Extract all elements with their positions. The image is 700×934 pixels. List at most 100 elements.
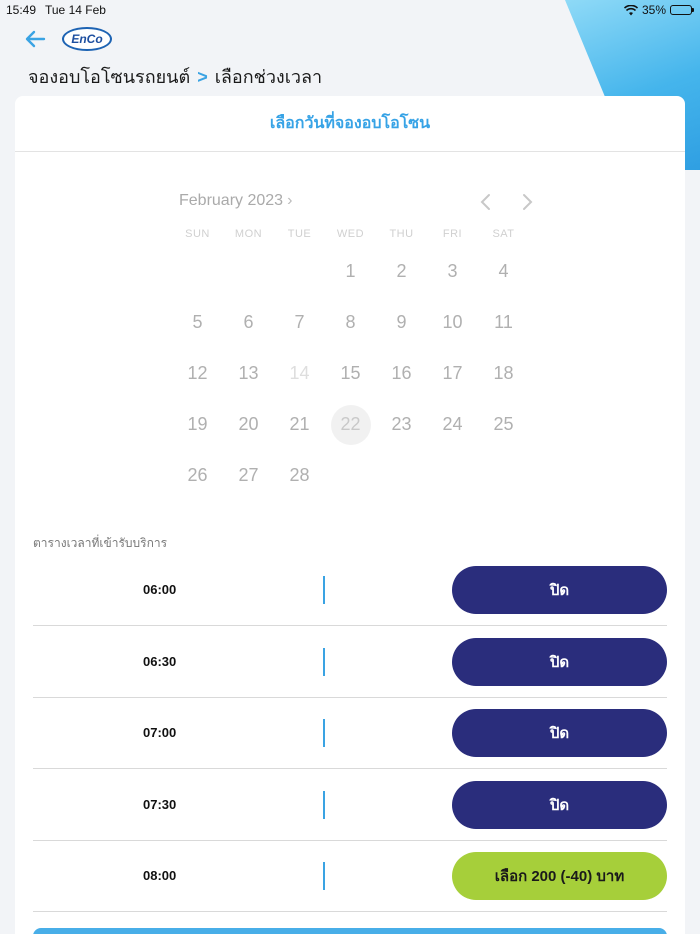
prev-month-icon[interactable] bbox=[476, 192, 496, 212]
calendar-day[interactable]: 11 bbox=[478, 297, 529, 348]
weekday-label: SUN bbox=[185, 228, 210, 240]
booking-card: เลือกวันที่จองอบโอโซน February 2023 › SUN… bbox=[15, 96, 685, 934]
calendar-day-number: 20 bbox=[238, 414, 259, 434]
status-bar: 15:49 Tue 14 Feb 35% bbox=[0, 0, 700, 20]
calendar-day[interactable]: 6 bbox=[223, 297, 274, 348]
breadcrumb-parent[interactable]: จองอบโอโซนรถยนต์ bbox=[28, 67, 190, 87]
calendar-day[interactable]: 5 bbox=[172, 297, 223, 348]
month-text: February 2023 bbox=[179, 192, 284, 209]
calendar-day[interactable]: 19 bbox=[172, 399, 223, 450]
calendar-day[interactable]: 25 bbox=[478, 399, 529, 450]
calendar-day[interactable]: 20 bbox=[223, 399, 274, 450]
calendar-empty-cell bbox=[376, 450, 427, 501]
calendar-day-number: 10 bbox=[442, 312, 463, 332]
calendar-empty-cell bbox=[172, 246, 223, 297]
breadcrumb-current: เลือกช่วงเวลา bbox=[214, 67, 323, 87]
calendar-day-number: 1 bbox=[345, 261, 356, 281]
calendar-day[interactable]: 4 bbox=[478, 246, 529, 297]
calendar-day-number: 11 bbox=[494, 312, 513, 332]
battery-percent: 35% bbox=[641, 3, 666, 17]
closed-slot-button[interactable]: ปิด bbox=[452, 709, 667, 757]
weekday-label: THU bbox=[389, 228, 414, 240]
calendar-day[interactable]: 28 bbox=[274, 450, 325, 501]
calendar-day[interactable]: 27 bbox=[223, 450, 274, 501]
calendar-day[interactable]: 10 bbox=[427, 297, 478, 348]
calendar-day-number: 9 bbox=[396, 312, 407, 332]
closed-slot-button[interactable]: ปิด bbox=[452, 637, 667, 686]
slot-divider bbox=[323, 862, 325, 890]
calendar-day-number: 18 bbox=[493, 363, 514, 383]
calendar-day[interactable]: 18 bbox=[478, 348, 529, 399]
calendar-empty-cell bbox=[427, 450, 478, 501]
calendar-day-number: 21 bbox=[289, 414, 310, 434]
logo-text: EnCo bbox=[71, 32, 103, 46]
slot-time: 06:00 bbox=[143, 582, 177, 597]
slot-time: 07:30 bbox=[143, 796, 177, 812]
time-slot-row: 06:30 ปิด bbox=[33, 626, 667, 698]
slot-divider bbox=[323, 576, 325, 604]
calendar-day[interactable]: 12 bbox=[172, 348, 223, 399]
calendar-day[interactable]: 14 bbox=[274, 348, 325, 399]
battery-icon bbox=[670, 5, 694, 15]
calendar-day-number: 3 bbox=[447, 261, 458, 281]
calendar-day-number: 16 bbox=[391, 363, 412, 383]
time-slot-row: 07:00 ปิด bbox=[33, 697, 667, 769]
calendar-day-number: 23 bbox=[391, 414, 412, 434]
calendar-day[interactable]: 16 bbox=[376, 348, 427, 399]
calendar-day-number: 13 bbox=[238, 363, 259, 383]
weekday-label: FRI bbox=[442, 228, 463, 240]
month-label[interactable]: February 2023 › bbox=[179, 192, 292, 210]
calendar-day[interactable]: 9 bbox=[376, 297, 427, 348]
calendar-day-number: 25 bbox=[493, 414, 514, 434]
select-slot-button[interactable]: เลือก 200 (-40) บาท bbox=[452, 852, 667, 900]
status-time: 15:49 bbox=[6, 3, 37, 17]
calendar-day[interactable]: 13 bbox=[223, 348, 274, 399]
calendar-day-number: 27 bbox=[238, 465, 259, 485]
calendar-day-number: 17 bbox=[442, 363, 463, 383]
calendar-day-number: 7 bbox=[294, 312, 305, 332]
weekday-row: SUN MON TUE WED THU FRI SAT bbox=[172, 228, 529, 240]
closed-slot-button[interactable]: ปิด bbox=[452, 780, 667, 829]
calendar-day[interactable]: 7 bbox=[274, 297, 325, 348]
bottom-action-bar[interactable] bbox=[33, 928, 667, 934]
status-date: Tue 14 Feb bbox=[45, 3, 106, 17]
calendar-day[interactable]: 24 bbox=[427, 399, 478, 450]
calendar-day-number: 24 bbox=[442, 414, 463, 434]
calendar-day[interactable]: 8 bbox=[325, 297, 376, 348]
weekday-label: MON bbox=[234, 228, 263, 240]
back-arrow-icon[interactable] bbox=[24, 28, 46, 50]
calendar-day-number: 4 bbox=[498, 261, 509, 281]
breadcrumb-separator: > bbox=[197, 67, 208, 87]
calendar-day[interactable]: 21 bbox=[274, 399, 325, 450]
slot-divider bbox=[323, 647, 325, 676]
calendar-day[interactable]: 1 bbox=[325, 246, 376, 297]
slot-divider bbox=[323, 719, 325, 747]
status-right: 35% bbox=[623, 3, 694, 17]
breadcrumb: จองอบโอโซนรถยนต์ > เลือกช่วงเวลา bbox=[28, 62, 322, 91]
calendar-header: February 2023 › bbox=[179, 192, 533, 214]
calendar-day[interactable]: 15 bbox=[325, 348, 376, 399]
time-slot-row: 08:00 เลือก 200 (-40) บาท bbox=[33, 840, 667, 912]
next-month-icon[interactable] bbox=[517, 192, 537, 212]
calendar-day[interactable]: 3 bbox=[427, 246, 478, 297]
calendar-day[interactable]: 17 bbox=[427, 348, 478, 399]
calendar-day-number: 26 bbox=[187, 465, 208, 485]
calendar-day[interactable]: 23 bbox=[376, 399, 427, 450]
closed-slot-button[interactable]: ปิด bbox=[452, 566, 667, 614]
calendar-day-number: 6 bbox=[243, 312, 254, 332]
calendar-day-number: 12 bbox=[187, 363, 208, 383]
slot-time: 08:00 bbox=[143, 868, 177, 883]
slot-time: 06:30 bbox=[143, 653, 177, 669]
time-slot-row: 06:00 ปิด bbox=[33, 554, 667, 626]
wifi-icon bbox=[623, 4, 638, 15]
calendar-day-number: 8 bbox=[345, 312, 356, 332]
calendar-day[interactable]: 26 bbox=[172, 450, 223, 501]
calendar-day-number: 14 bbox=[289, 363, 310, 383]
calendar-empty-cell bbox=[274, 246, 325, 297]
calendar-day[interactable]: 2 bbox=[376, 246, 427, 297]
weekday-label: TUE bbox=[287, 228, 312, 240]
calendar-day[interactable]: 22 bbox=[325, 399, 376, 450]
calendar-day-number: 2 bbox=[396, 261, 407, 281]
calendar-day-number: 28 bbox=[289, 465, 310, 485]
calendar-day-number: 22 bbox=[340, 414, 361, 434]
